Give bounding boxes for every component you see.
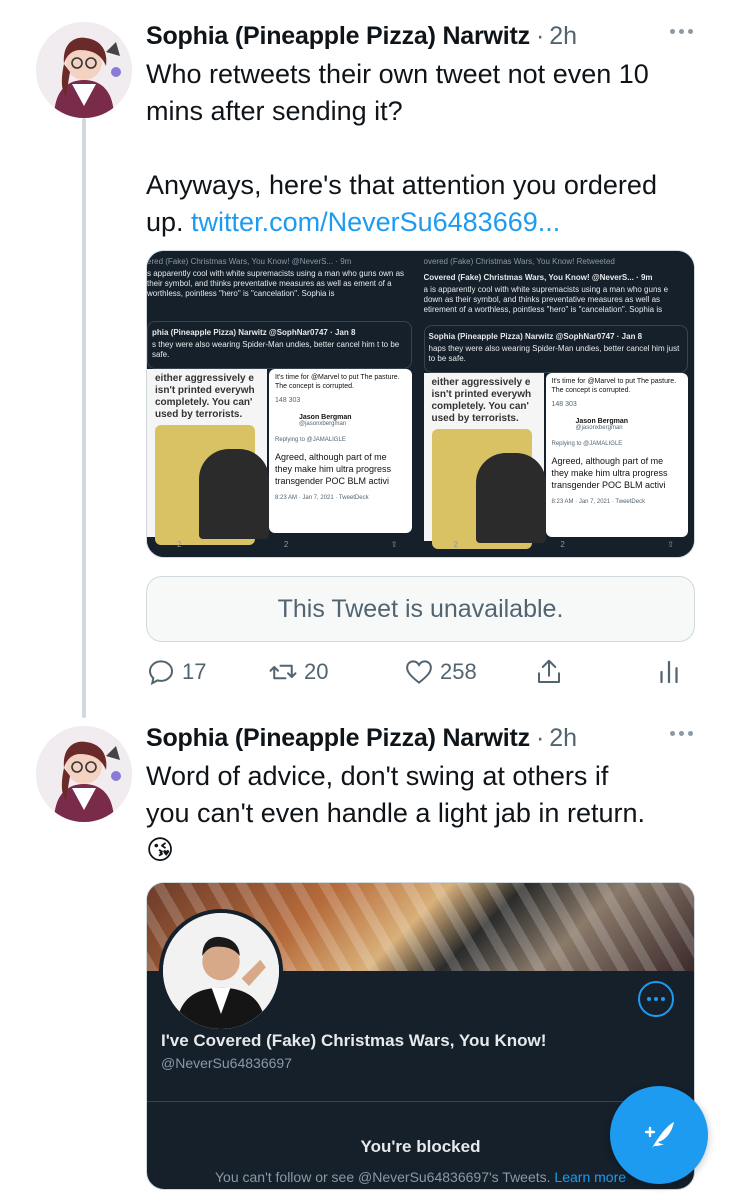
unavailable-quote: This Tweet is unavailable. xyxy=(146,576,695,642)
shot-text: a is apparently cool with white supremac… xyxy=(423,285,669,314)
panel-handle: @jasonxbergman xyxy=(575,425,623,431)
shot-likes: 2 xyxy=(283,540,289,549)
tweet-actions: 17 20 258 xyxy=(146,654,686,690)
retweet-count: 20 xyxy=(304,659,329,684)
panel-reply: Replying to @JAMALIGLE xyxy=(275,437,346,443)
avatar[interactable] xyxy=(36,726,132,822)
shot-quote-name: phia (Pineapple Pizza) Narwitz @SophNar0… xyxy=(152,328,356,337)
share-button[interactable] xyxy=(534,654,564,690)
tweet-text-line: you can't even handle a light jab in ret… xyxy=(146,798,645,828)
shot-share-icon: ⇧ xyxy=(390,540,398,549)
avatar-illustration-icon xyxy=(36,726,132,822)
retweet-icon xyxy=(269,664,297,680)
card-divider xyxy=(147,1101,694,1102)
panel-text: It's time for @Marvel to put The pasture… xyxy=(551,378,677,394)
shot-retweets: 2 xyxy=(177,540,182,549)
avatar-illustration-icon xyxy=(36,22,132,118)
panel-user: Jason Bergman xyxy=(575,418,629,425)
shot-retweets: 2 xyxy=(453,540,458,549)
media-image-right[interactable]: overed (Fake) Christmas Wars, You Know! … xyxy=(423,251,694,557)
profile-name[interactable]: I've Covered (Fake) Christmas Wars, You … xyxy=(161,1031,546,1051)
shot-quote: phia (Pineapple Pizza) Narwitz @SophNar0… xyxy=(147,321,412,369)
shot-meme-text: either aggressively e isn't printed ever… xyxy=(431,377,532,424)
tweet-emoji: 😘 xyxy=(146,835,175,865)
shot-meme-image: either aggressively e isn't printed ever… xyxy=(423,373,546,549)
share-icon xyxy=(538,659,560,683)
panel-date: 8:23 AM · Jan 7, 2021 · TweetDeck xyxy=(551,499,646,505)
profile-avatar xyxy=(159,909,283,1033)
blocked-message-text: You can't follow or see @NeverSu64836697… xyxy=(214,1169,555,1185)
tweet-text-line: Who retweets their own tweet not even 10 xyxy=(146,59,649,89)
shot-meme-text: either aggressively e isn't printed ever… xyxy=(155,373,255,420)
retweet-button[interactable]: 20 xyxy=(268,654,328,690)
shot-actions: 2 2 ⇧ xyxy=(177,540,398,549)
like-count: 258 xyxy=(440,659,477,684)
shot-actions: 2 2 ⇧ xyxy=(454,540,675,549)
panel-stats: 148 303 xyxy=(551,401,577,408)
separator: · xyxy=(535,723,545,752)
shot-quote-name: Sophia (Pineapple Pizza) Narwitz @SophNa… xyxy=(428,332,643,341)
shot-title: overed (Fake) Christmas Wars, You Know! … xyxy=(423,257,615,266)
panel-body: Agreed, although part of me they make hi… xyxy=(275,452,392,486)
shot-reply-panel: It's time for @Marvel to put The pasture… xyxy=(269,369,412,533)
learn-more-link[interactable]: Learn more xyxy=(554,1169,626,1185)
panel-user: Jason Bergman xyxy=(299,414,352,421)
panel-date: 8:23 AM · Jan 7, 2021 · TweetDeck xyxy=(275,495,369,501)
tweet-time[interactable]: 2h xyxy=(549,724,577,753)
more-icon[interactable] xyxy=(670,728,700,738)
shot-quote-text: s they were also wearing Spider-Man undi… xyxy=(152,340,400,359)
analytics-button[interactable] xyxy=(654,654,684,690)
reply-count: 17 xyxy=(182,659,207,684)
reply-icon xyxy=(148,660,174,686)
separator: · xyxy=(535,21,545,50)
profile-more-icon[interactable] xyxy=(638,981,674,1017)
avatar[interactable] xyxy=(36,22,132,118)
shot-title: ered (Fake) Christmas Wars, You Know! @N… xyxy=(147,257,352,266)
tweet-header: Sophia (Pineapple Pizza) Narwitz · 2h xyxy=(146,720,700,756)
shot-reply-panel: It's time for @Marvel to put The pasture… xyxy=(545,373,688,537)
shot-likes: 2 xyxy=(560,540,565,549)
reply-button[interactable]: 17 xyxy=(146,654,206,690)
thread-connector-line xyxy=(82,118,86,718)
author-name[interactable]: Sophia (Pineapple Pizza) Narwitz xyxy=(146,22,530,51)
tweet-text-line: up. twitter.com/NeverSu6483669... xyxy=(146,204,700,241)
tweet-link[interactable]: twitter.com/NeverSu6483669... xyxy=(191,207,560,237)
tweet-header: Sophia (Pineapple Pizza) Narwitz · 2h xyxy=(146,18,700,54)
shot-meme-image: either aggressively e isn't printed ever… xyxy=(147,369,269,545)
panel-stats: 148 303 xyxy=(275,397,301,404)
panel-reply: Replying to @JAMALIGLE xyxy=(551,441,623,447)
panel-text: It's time for @Marvel to put The pasture… xyxy=(275,374,400,390)
tweet-text-line: Word of advice, don't swing at others if xyxy=(146,761,609,791)
compose-tweet-button[interactable] xyxy=(610,1086,708,1184)
compose-tweet-icon xyxy=(644,1122,674,1148)
tweet-text-line: mins after sending it? xyxy=(146,96,403,126)
shot-text: s apparently cool with white supremacist… xyxy=(147,269,405,298)
profile-avatar-illustration-icon xyxy=(163,913,279,1029)
profile-handle[interactable]: @NeverSu64836697 xyxy=(161,1055,292,1071)
media-image-left[interactable]: ered (Fake) Christmas Wars, You Know! @N… xyxy=(147,251,418,557)
panel-handle: @jasonxbergman xyxy=(299,421,347,427)
shot-quote: Sophia (Pineapple Pizza) Narwitz @SophNa… xyxy=(423,325,688,373)
analytics-icon xyxy=(660,660,678,684)
tweet-media[interactable]: ered (Fake) Christmas Wars, You Know! @N… xyxy=(146,250,695,558)
author-name[interactable]: Sophia (Pineapple Pizza) Narwitz xyxy=(146,724,530,753)
tweet-text: Who retweets their own tweet not even 10… xyxy=(146,56,700,241)
like-button[interactable]: 258 xyxy=(404,654,477,690)
tweet-text-line: Anyways, here's that attention you order… xyxy=(146,170,657,200)
tweet-time[interactable]: 2h xyxy=(549,22,577,51)
blocked-message: You can't follow or see @NeverSu64836697… xyxy=(147,1169,694,1185)
shot-quote-text: haps they were also wearing Spider-Man u… xyxy=(428,344,680,363)
like-icon xyxy=(406,660,432,684)
tweet-text-prefix: up. xyxy=(146,207,192,237)
more-icon[interactable] xyxy=(670,26,700,36)
shot-share-icon: ⇧ xyxy=(667,540,674,549)
tweet-text: Word of advice, don't swing at others if… xyxy=(146,758,700,869)
shot-name: Covered (Fake) Christmas Wars, You Know!… xyxy=(423,273,653,282)
panel-body: Agreed, although part of me they make hi… xyxy=(551,456,668,490)
